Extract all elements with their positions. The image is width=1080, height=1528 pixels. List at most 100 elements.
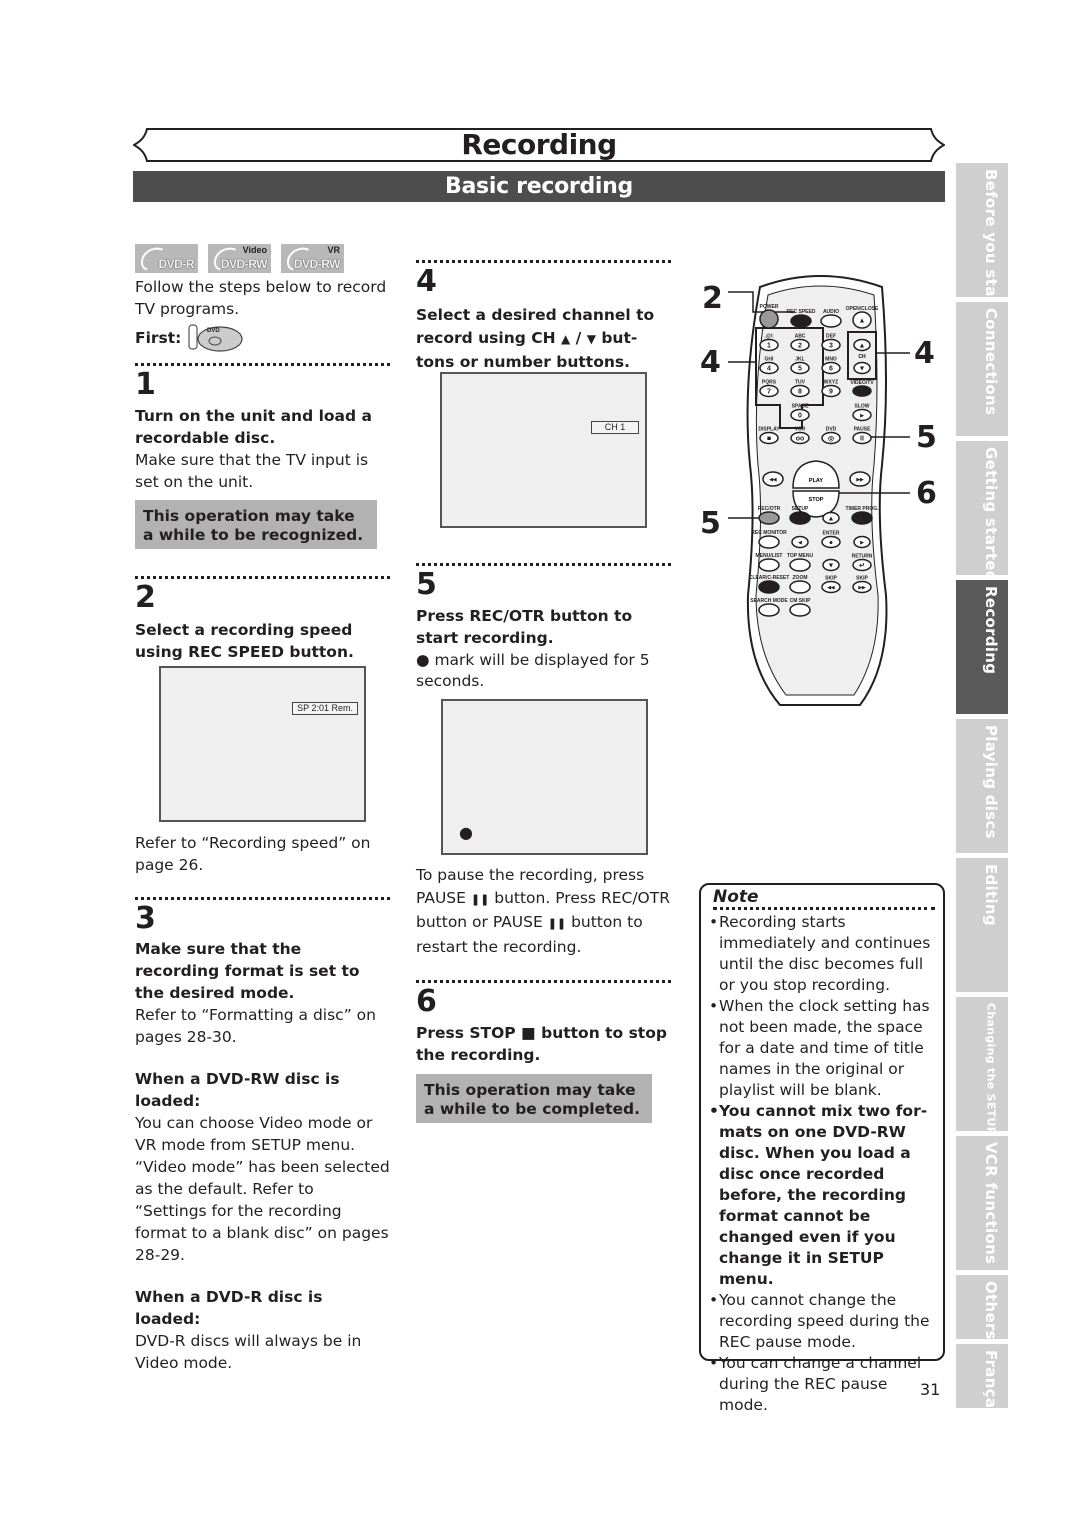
tab-francais[interactable]: Français [956, 1344, 1008, 1423]
rewind-button: ◂◂ [762, 471, 784, 487]
key-glyph: 7 [767, 389, 771, 396]
rec-otr-button: REC/OTR [758, 506, 781, 525]
cm-skip-button: CM SKIP [789, 598, 812, 617]
key-glyph: 8 [798, 389, 802, 396]
sub-heading: When a DVD-RW disc is loaded: [135, 1070, 340, 1110]
callout-step-4: 4 [700, 345, 721, 380]
cursor-right-button: ▸ [853, 535, 871, 549]
sub-body: You can choose Video mode or VR mode fro… [135, 1114, 390, 1264]
callout-step-5: 5 [916, 420, 937, 455]
tab-label: Before you start [982, 169, 1000, 312]
callout-box: This operation may take a while to be re… [135, 500, 377, 549]
key-label: SKIP [856, 576, 868, 582]
divider [713, 907, 935, 910]
fast-forward-button: ▸▸ [849, 471, 871, 487]
tab-label: Connections [982, 308, 1000, 416]
step-number: 6 [416, 984, 437, 1019]
record-mark-icon: ● [459, 823, 473, 842]
first-label: First: [135, 329, 182, 347]
tab-playing-discs[interactable]: Playing discs [956, 719, 1008, 853]
tab-editing[interactable]: Editing [956, 858, 1008, 992]
key-label: MNO [825, 357, 837, 363]
key-label: .@/: [764, 334, 774, 340]
key-label: VCR [795, 427, 806, 433]
key-label: ABC [795, 334, 806, 340]
ch-label: CH [858, 354, 866, 360]
tab-label: Recording [982, 586, 1000, 675]
key-glyph: ▲ [859, 343, 866, 350]
step-body: ● mark will be displayed for 5 seconds. [416, 650, 671, 692]
tab-label: Editing [982, 864, 1000, 926]
play-label: PLAY [809, 478, 823, 484]
number-key-9: WXYZ 9 [821, 380, 841, 398]
power-button: POWER [759, 304, 779, 329]
display-button: DISPLAY ■ [758, 427, 780, 445]
key-glyph: ◂◂ [826, 585, 835, 592]
key-label: PQRS [762, 380, 777, 386]
divider [135, 576, 390, 579]
logo-label: DVD-R [158, 257, 195, 271]
step-heading: Turn on the unit and load a recordable d… [135, 407, 372, 447]
pause-icon: ❚❚ [470, 892, 490, 906]
step-number: 4 [416, 264, 437, 299]
note-item: You can change a channel during the REC … [709, 1353, 935, 1416]
step-heading: Select a recording speed using REC SPEED… [135, 621, 354, 661]
key-glyph: 6 [829, 366, 833, 373]
key-label: TUV [795, 380, 806, 386]
key-label: OPEN/CLOSE [846, 306, 879, 312]
divider [416, 260, 671, 263]
key-label: REC SPEED [787, 309, 816, 315]
key-label: PAUSE [854, 427, 872, 433]
key-label: VIDEO/TV [850, 380, 874, 386]
key-label: SEARCH MODE [750, 598, 788, 604]
dvd-r-logo: DVD-R [135, 243, 198, 275]
step-body: Make sure that the TV input is set on th… [135, 451, 369, 491]
key-label: SETUP [792, 506, 809, 512]
divider [416, 980, 671, 983]
tab-changing-setup-menu[interactable]: Changing the SETUP menu [956, 997, 1008, 1175]
step-heading: Select a desired channel to record using… [416, 304, 671, 374]
tab-others[interactable]: Others [956, 1275, 1008, 1340]
key-label: REC MONITOR [751, 530, 787, 536]
dvd-label: DVD [207, 328, 220, 334]
key-glyph: ▸ [859, 540, 864, 547]
tv-screen: CH 1 [440, 372, 647, 528]
key-label: TOP MENU [787, 553, 814, 559]
tab-label: VCR functions [982, 1142, 1000, 1265]
logo-mode: Video [242, 245, 267, 255]
key-glyph: 0 [798, 413, 802, 420]
tv-screen: SP 2:01 Rem. [159, 666, 366, 822]
key-glyph: ■ [767, 436, 771, 443]
key-label: CM SKIP [790, 598, 812, 604]
tab-vcr-functions[interactable]: VCR functions [956, 1136, 1008, 1270]
tab-getting-started[interactable]: Getting started [956, 441, 1008, 582]
tab-connections[interactable]: Connections [956, 302, 1008, 436]
pause-icon: ❚❚ [547, 917, 567, 930]
key-glyph: ▲ [828, 516, 835, 523]
key-glyph: 5 [798, 366, 802, 373]
divider [416, 563, 671, 566]
key-label: ENTER [823, 531, 840, 537]
remote-control-illustration: POWER REC SPEED AUDIO OPEN/CLOSE ▲ .@/: 1 ABC 2 D… [690, 265, 950, 715]
key-label: CLEAR/C-RESET [749, 575, 790, 581]
key-label: POWER [760, 304, 779, 310]
note-item: You cannot change the recording speed du… [709, 1290, 935, 1353]
sub-body: DVD-R discs will always be in Video mode… [135, 1332, 362, 1372]
key-label: SPACE [792, 404, 810, 410]
body-text: mark will be displayed for 5 seconds. [416, 651, 650, 690]
stop-label: STOP [809, 497, 824, 503]
key-glyph: 2 [798, 343, 802, 350]
audio-button: AUDIO [820, 309, 842, 328]
step-number: 5 [416, 567, 437, 602]
key-glyph: ◂◂ [768, 477, 777, 484]
cursor-left-button: ◂ [791, 535, 809, 549]
key-label: SLOW [855, 404, 870, 410]
tab-recording[interactable]: Recording [956, 580, 1008, 714]
callout-step-6: 6 [916, 476, 937, 511]
tab-label: Français [982, 1350, 1000, 1423]
key-glyph: 4 [767, 366, 771, 373]
step-heading: Press STOP ■ button to stop the recordin… [416, 1022, 671, 1066]
step-heading: Press REC/OTR button to start recording. [416, 607, 633, 647]
callout-box: This operation may take a while to be co… [416, 1074, 652, 1123]
tab-before-you-start[interactable]: Before you start [956, 163, 1008, 312]
